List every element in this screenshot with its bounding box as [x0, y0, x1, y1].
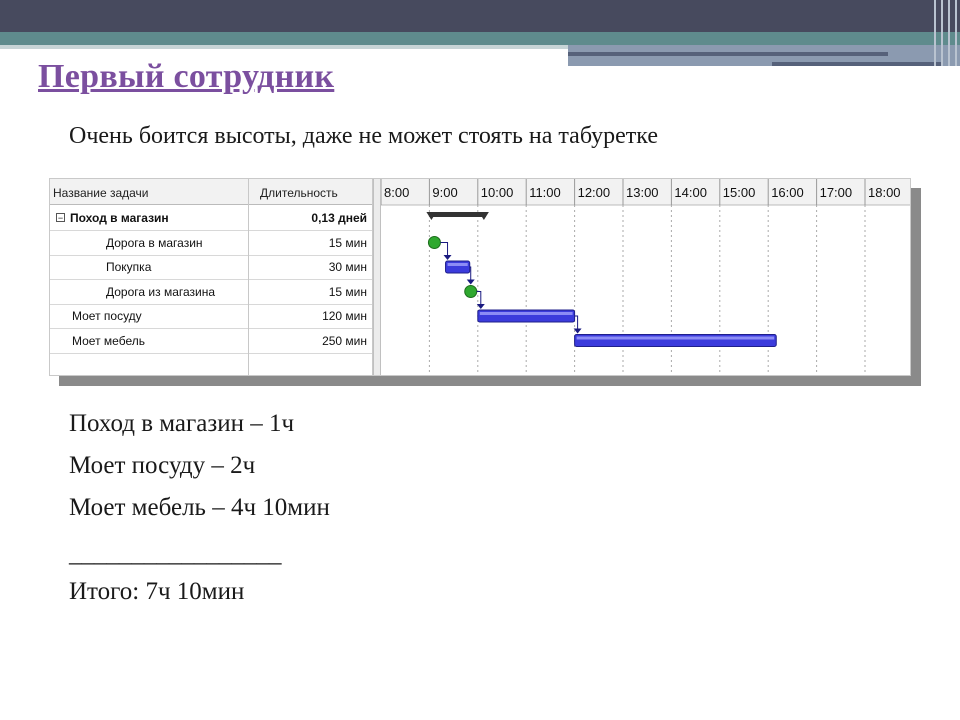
task-row[interactable]: Дорога в магазин 15 мин [50, 231, 373, 256]
task-name: Поход в магазин [70, 211, 169, 225]
task-duration: 0,13 дней [311, 211, 367, 225]
hour-label: 18:00 [868, 185, 901, 200]
dependency-arrow [443, 255, 452, 260]
task-name: Дорога из магазина [106, 284, 216, 299]
task-row[interactable]: − Поход в магазин 0,13 дней [50, 206, 373, 231]
task-duration: 120 мин [322, 309, 367, 323]
gantt-timeline: 8:00 9:00 10:00 11:00 12:00 13:00 14:00 15:00 16… [373, 179, 910, 375]
column-header-name: Название задачи [50, 179, 248, 205]
short-task-marker [464, 285, 478, 298]
slide-subtitle: Очень боится высоты, даже не может стоят… [69, 123, 658, 149]
band-stripe-2 [772, 62, 942, 66]
column-header-duration: Длительность [248, 179, 373, 205]
hour-label: 8:00 [384, 185, 409, 200]
task-bar [445, 260, 471, 274]
collapse-icon[interactable]: − [56, 213, 65, 223]
task-row[interactable]: Дорога из магазина 15 мин [50, 280, 373, 305]
task-name: Моет мебель [72, 333, 145, 348]
summary-bar [429, 212, 486, 217]
hour-label: 12:00 [578, 185, 611, 200]
task-bar-highlight [479, 312, 573, 315]
column-divider [248, 179, 249, 375]
top-bar [0, 0, 960, 32]
task-duration: 250 мин [322, 333, 367, 348]
summary-line-shopping: Поход в магазин – 1ч [69, 410, 295, 437]
gantt-chart: Название задачи Длительность − Поход в ма… [49, 178, 911, 376]
band-stripe-1 [568, 52, 888, 56]
summary-divider: _________________ [69, 540, 282, 567]
task-name: Дорога в магазин [106, 235, 203, 250]
hour-label: 13:00 [626, 185, 659, 200]
task-duration: 30 мин [328, 260, 367, 274]
hour-label: 17:00 [820, 185, 853, 200]
teal-band [0, 32, 960, 45]
dependency-arrow [466, 279, 475, 285]
summary-line-dishes: Моет посуду – 2ч [69, 452, 256, 479]
short-task-marker [427, 236, 441, 249]
gantt-task-table: Название задачи Длительность − Поход в ма… [50, 179, 373, 375]
hour-label: 14:00 [674, 185, 707, 200]
summary-total: Итого: 7ч 10мин [69, 578, 245, 605]
hour-label: 16:00 [771, 185, 804, 200]
task-row[interactable]: Моет посуду 120 мин [50, 304, 373, 329]
task-bar [574, 334, 777, 347]
hour-label: 9:00 [432, 185, 457, 200]
summary-line-furniture: Моет мебель – 4ч 10мин [69, 494, 330, 521]
task-name: Моет посуду [72, 309, 142, 323]
hour-label: 11:00 [529, 185, 561, 200]
corner-lines [928, 0, 960, 66]
hour-label: 10:00 [481, 185, 514, 200]
task-row[interactable]: Моет мебель 250 мин [50, 329, 373, 354]
timeline-svg: 8:00 9:00 10:00 11:00 12:00 13:00 14:00 15:00 16… [380, 179, 910, 375]
hour-label: 15:00 [723, 185, 756, 200]
task-duration: 15 мин [328, 284, 367, 299]
task-bar [477, 309, 576, 323]
task-bar-highlight [447, 263, 468, 266]
task-bar-highlight [576, 336, 775, 340]
task-row[interactable]: Покупка 30 мин [50, 255, 373, 280]
task-name: Покупка [106, 260, 152, 274]
slide-title: Первый сотрудник [38, 58, 335, 95]
task-duration: 15 мин [328, 235, 367, 250]
splitter-bar[interactable] [373, 179, 381, 375]
